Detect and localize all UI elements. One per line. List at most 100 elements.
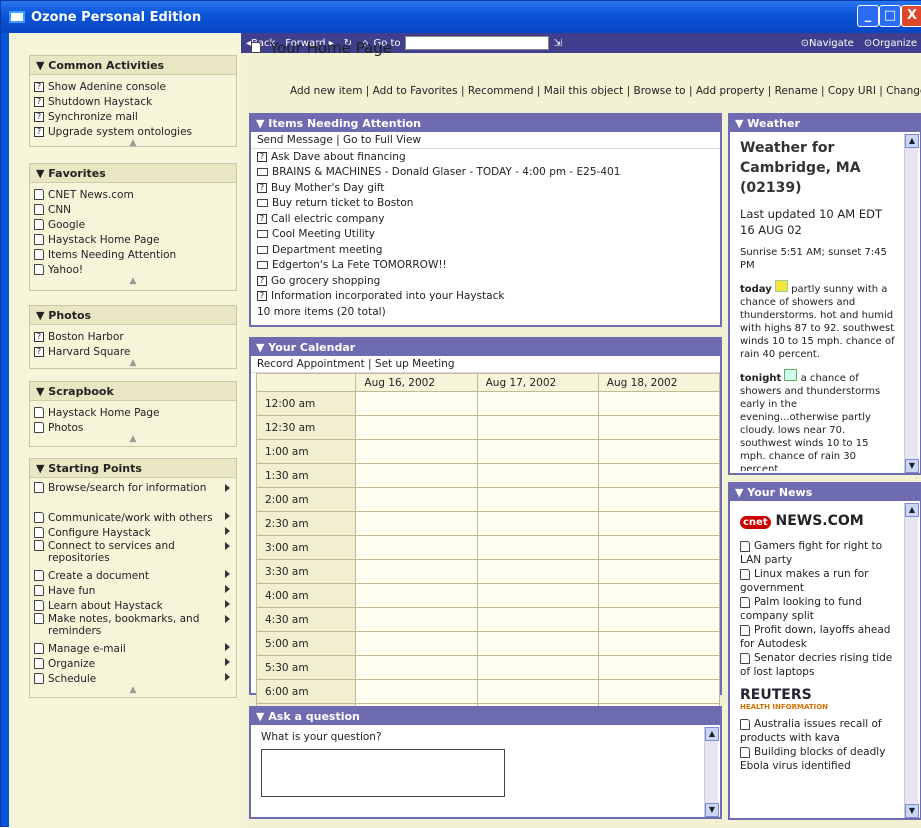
calendar-cell[interactable]: [597, 679, 721, 704]
starting-point-item[interactable]: Make notes, bookmarks, and reminders: [30, 613, 236, 641]
calendar-cell[interactable]: [355, 631, 478, 656]
starting-point-item[interactable]: Communicate/work with others: [30, 510, 236, 525]
resize-grip[interactable]: ▲: [30, 359, 236, 369]
calendar-header[interactable]: ▼ Your Calendar: [251, 339, 720, 356]
calendar-cell[interactable]: [476, 439, 599, 464]
calendar-cell[interactable]: [355, 655, 478, 680]
calendar-cell[interactable]: [355, 559, 478, 584]
scrapbook-header[interactable]: ▼ Scrapbook: [30, 382, 236, 401]
scroll-down-icon[interactable]: ▼: [905, 459, 919, 473]
scroll-down-icon[interactable]: ▼: [705, 803, 719, 817]
favorites-header[interactable]: ▼ Favorites: [30, 164, 236, 183]
weather-header[interactable]: ▼ Weather: [730, 115, 920, 132]
calendar-cell[interactable]: [597, 415, 721, 440]
scroll-up-icon[interactable]: ▲: [705, 727, 719, 741]
go-icon[interactable]: ⇲: [549, 38, 567, 49]
news-item[interactable]: Gamers fight for right to LAN party: [740, 539, 896, 567]
common-activity-item[interactable]: ? Synchronize mail: [30, 109, 236, 124]
setup-meeting-link[interactable]: Set up Meeting: [375, 358, 455, 370]
calendar-cell[interactable]: [355, 583, 478, 608]
calendar-cell[interactable]: [355, 487, 478, 512]
starting-point-item[interactable]: Manage e-mail: [30, 641, 236, 656]
calendar-cell[interactable]: [355, 463, 478, 488]
calendar-cell[interactable]: [597, 391, 721, 416]
common-activity-item[interactable]: ? Upgrade system ontologies: [30, 124, 236, 139]
calendar-cell[interactable]: [597, 655, 721, 680]
resize-grip[interactable]: ▲: [30, 435, 236, 445]
calendar-cell[interactable]: [476, 391, 599, 416]
favorite-item[interactable]: Google: [30, 217, 236, 232]
favorite-item[interactable]: Items Needing Attention: [30, 247, 236, 262]
resize-grip[interactable]: ▲: [30, 686, 236, 696]
scroll-up-icon[interactable]: ▲: [905, 503, 919, 517]
calendar-cell[interactable]: [476, 655, 599, 680]
attention-item[interactable]: Buy return ticket to Boston: [251, 196, 720, 212]
attention-item[interactable]: ? Buy Mother's Day gift: [251, 180, 720, 196]
starting-point-item[interactable]: Create a document: [30, 568, 236, 583]
attention-item[interactable]: ? Go grocery shopping: [251, 273, 720, 289]
calendar-cell[interactable]: [597, 511, 721, 536]
send-message-link[interactable]: Send Message: [257, 134, 333, 146]
calendar-cell[interactable]: [355, 607, 478, 632]
news-item[interactable]: Building blocks of deadly Ebola virus id…: [740, 745, 896, 773]
attention-item[interactable]: ? Information incorporated into your Hays…: [251, 289, 720, 305]
news-scrollbar[interactable]: ▲ ▼: [904, 503, 919, 818]
news-item[interactable]: Senator decries rising tide of lost lapt…: [740, 651, 896, 679]
news-item[interactable]: Palm looking to fund company split: [740, 595, 896, 623]
calendar-cell[interactable]: [355, 535, 478, 560]
calendar-cell[interactable]: [476, 607, 599, 632]
full-view-link[interactable]: Go to Full View: [343, 134, 421, 146]
goto-input[interactable]: [404, 36, 549, 50]
resize-grip[interactable]: ▲: [30, 139, 236, 149]
common-activities-header[interactable]: ▼ Common Activities: [30, 56, 236, 75]
favorite-item[interactable]: CNET News.com: [30, 187, 236, 202]
starting-points-header[interactable]: ▼ Starting Points: [30, 459, 236, 478]
photo-item[interactable]: ? Harvard Square: [30, 344, 236, 359]
calendar-cell[interactable]: [355, 439, 478, 464]
news-item[interactable]: Profit down, layoffs ahead for Autodesk: [740, 623, 896, 651]
common-activity-item[interactable]: ? Show Adenine console: [30, 79, 236, 94]
scrapbook-item[interactable]: Haystack Home Page: [30, 405, 236, 420]
organize-button[interactable]: ⊙Organize: [859, 38, 921, 49]
maximize-button[interactable]: □: [879, 5, 901, 27]
attention-item[interactable]: ? Call electric company: [251, 211, 720, 227]
calendar-cell[interactable]: [597, 439, 721, 464]
calendar-cell[interactable]: [476, 463, 599, 488]
page-actions[interactable]: Add new item | Add to Favorites | Recomm…: [290, 85, 921, 97]
photo-item[interactable]: ? Boston Harbor: [30, 329, 236, 344]
favorite-item[interactable]: CNN: [30, 202, 236, 217]
starting-point-item[interactable]: Browse/search for information: [30, 482, 236, 510]
items-attention-header[interactable]: ▼ Items Needing Attention: [251, 115, 720, 132]
starting-point-item[interactable]: Connect to services and repositories: [30, 540, 236, 568]
calendar-cell[interactable]: [476, 487, 599, 512]
calendar-cell[interactable]: [597, 607, 721, 632]
calendar-cell[interactable]: [597, 487, 721, 512]
calendar-cell[interactable]: [597, 631, 721, 656]
starting-point-item[interactable]: Have fun: [30, 583, 236, 598]
attention-item[interactable]: ? Ask Dave about financing: [251, 149, 720, 165]
starting-point-item[interactable]: Organize: [30, 656, 236, 671]
news-header[interactable]: ▼ Your News: [730, 484, 920, 501]
calendar-cell[interactable]: [476, 679, 599, 704]
calendar-cell[interactable]: [355, 391, 478, 416]
calendar-cell[interactable]: [476, 583, 599, 608]
calendar-cell[interactable]: [597, 463, 721, 488]
calendar-cell[interactable]: [597, 535, 721, 560]
attention-item[interactable]: Edgerton's La Fete TOMORROW!!: [251, 258, 720, 274]
scroll-down-icon[interactable]: ▼: [905, 804, 919, 818]
question-scrollbar[interactable]: ▲ ▼: [704, 727, 719, 817]
calendar-cell[interactable]: [355, 415, 478, 440]
favorite-item[interactable]: Yahoo!: [30, 262, 236, 277]
starting-point-item[interactable]: Configure Haystack: [30, 525, 236, 540]
more-items-link[interactable]: 10 more items (20 total): [251, 304, 720, 320]
ask-question-header[interactable]: ▼ Ask a question: [251, 708, 720, 725]
calendar-cell[interactable]: [476, 559, 599, 584]
starting-point-item[interactable]: Learn about Haystack: [30, 598, 236, 613]
attention-item[interactable]: Department meeting: [251, 242, 720, 258]
calendar-cell[interactable]: [355, 511, 478, 536]
navigate-button[interactable]: ⊙Navigate: [796, 38, 859, 49]
calendar-cell[interactable]: [476, 631, 599, 656]
close-button[interactable]: X: [901, 5, 921, 27]
calendar-cell[interactable]: [597, 583, 721, 608]
news-item[interactable]: Linux makes a run for government: [740, 567, 896, 595]
